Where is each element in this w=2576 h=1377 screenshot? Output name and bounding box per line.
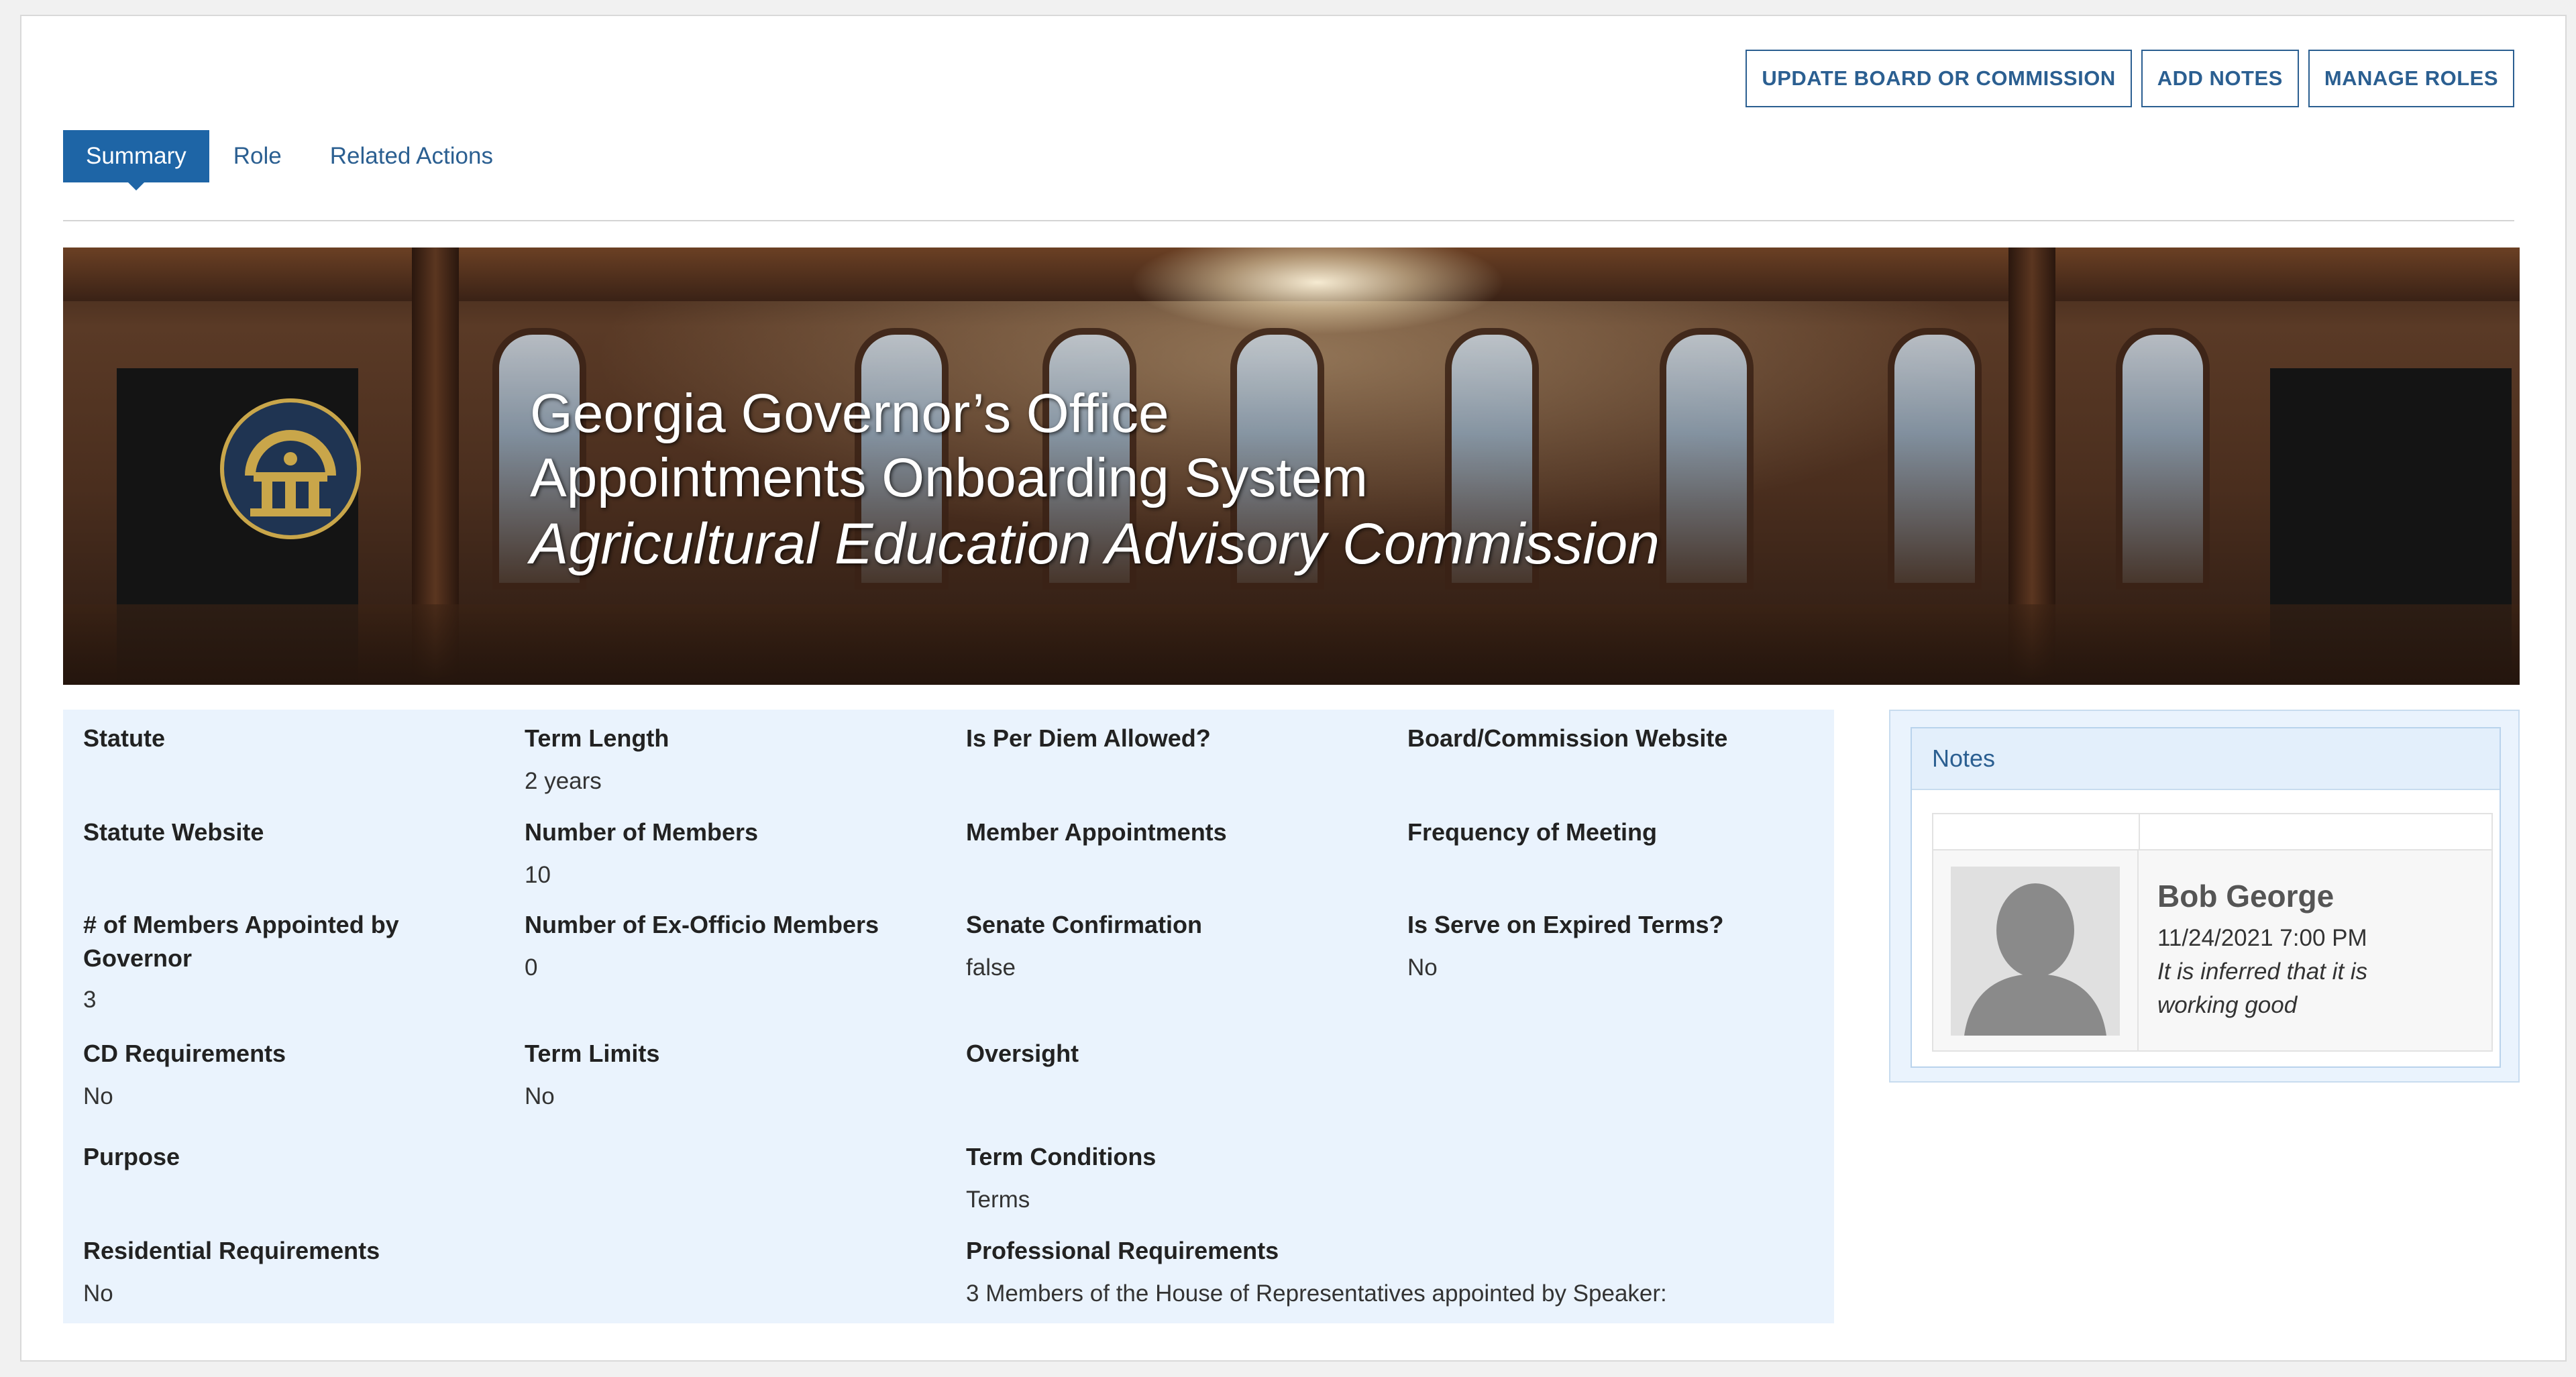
field-term-length: Term Length 2 years (525, 722, 941, 798)
field-serve-on-expired-terms: Is Serve on Expired Terms? No (1407, 908, 1823, 985)
banner-floor (63, 604, 2520, 685)
field-label: Oversight (966, 1040, 1079, 1067)
field-value: 10 (525, 862, 551, 888)
field-label: Term Length (525, 724, 669, 752)
note-author: Bob George (2157, 879, 2334, 914)
grid-header-cell (2140, 814, 2491, 849)
field-term-limits: Term Limits No (525, 1037, 941, 1113)
seal-arch-icon (245, 430, 336, 516)
field-value: false (966, 954, 1016, 981)
field-value: 2 years (525, 768, 602, 794)
field-residential-requirements: Residential Requirements No (83, 1234, 499, 1311)
field-statute-website: Statute Website (83, 816, 499, 849)
field-value: No (83, 1280, 113, 1307)
field-label: CD Requirements (83, 1040, 286, 1067)
field-label: Statute (83, 724, 166, 752)
field-label: Frequency of Meeting (1407, 818, 1658, 846)
banner-title: Georgia Governor’s Office Appointments O… (530, 382, 1660, 577)
notes-title: Notes (1912, 728, 2500, 790)
field-label: # of Members Appointed by Governor (83, 911, 399, 972)
user-silhouette-icon (1951, 867, 2120, 1036)
field-label: Is Per Diem Allowed? (966, 724, 1211, 752)
avatar (1951, 867, 2120, 1036)
banner-window (1888, 328, 1982, 590)
field-per-diem: Is Per Diem Allowed? (966, 722, 1382, 755)
field-members-appointed-by-governor: # of Members Appointed by Governor 3 (83, 908, 499, 1017)
tab-bar: Summary Role Related Actions (63, 130, 517, 190)
notes-panel: Notes Bob George 11/24/2021 7:00 PM It i… (1911, 727, 2501, 1068)
field-label: Term Conditions (966, 1143, 1157, 1170)
banner-chandelier (1130, 247, 1505, 335)
field-website: Board/Commission Website (1407, 722, 1823, 755)
grid-header-cell (1933, 814, 2140, 849)
field-label: Board/Commission Website (1407, 724, 1728, 752)
divider (63, 220, 2514, 221)
field-statute: Statute (83, 722, 499, 755)
field-value: No (1407, 954, 1438, 981)
field-member-appointments: Member Appointments (966, 816, 1382, 849)
toolbar: UPDATE BOARD OR COMMISSION ADD NOTES MAN… (1746, 50, 2514, 107)
note-text: It is inferred that it is working good (2157, 958, 2368, 1018)
note-item: Bob George 11/24/2021 7:00 PM It is infe… (1933, 850, 2491, 1052)
field-professional-requirements: Professional Requirements 3 Members of t… (966, 1234, 1805, 1311)
field-label: Term Limits (525, 1040, 660, 1067)
field-label: Number of Ex-Officio Members (525, 911, 879, 938)
note-date: 11/24/2021 7:00 PM (2157, 925, 2367, 951)
page-container: UPDATE BOARD OR COMMISSION ADD NOTES MAN… (20, 15, 2567, 1362)
banner-window (1660, 328, 1754, 590)
field-value: No (525, 1083, 555, 1109)
field-label: Statute Website (83, 818, 264, 846)
banner-line-office: Georgia Governor’s Office (530, 383, 1169, 444)
field-label: Number of Members (525, 818, 759, 846)
notes-grid-header (1933, 814, 2491, 850)
field-label: Senate Confirmation (966, 911, 1203, 938)
tab-summary[interactable]: Summary (63, 130, 209, 190)
banner-line-commission: Agricultural Education Advisory Commissi… (530, 512, 1660, 576)
field-label: Residential Requirements (83, 1237, 380, 1264)
add-notes-button[interactable]: ADD NOTES (2141, 50, 2299, 107)
field-label: Member Appointments (966, 818, 1227, 846)
field-purpose: Purpose (83, 1140, 499, 1174)
field-oversight: Oversight (966, 1037, 1382, 1070)
header-banner: Georgia Governor’s Office Appointments O… (63, 247, 2520, 685)
field-senate-confirmation: Senate Confirmation false (966, 908, 1382, 985)
note-avatar-cell (1933, 850, 2139, 1052)
update-board-button[interactable]: UPDATE BOARD OR COMMISSION (1746, 50, 2132, 107)
field-value: Terms (966, 1187, 1030, 1213)
georgia-seal-icon (220, 398, 361, 539)
field-label: Purpose (83, 1143, 180, 1170)
note-content: Bob George 11/24/2021 7:00 PM It is infe… (2139, 850, 2446, 1052)
field-label: Is Serve on Expired Terms? (1407, 911, 1724, 938)
field-frequency-of-meeting: Frequency of Meeting (1407, 816, 1823, 849)
notes-section: Notes Bob George 11/24/2021 7:00 PM It i… (1889, 710, 2520, 1083)
field-value: 3 (83, 987, 97, 1013)
field-value: No (83, 1083, 113, 1109)
banner-window (2116, 328, 2210, 590)
commission-details: Statute Term Length 2 years Is Per Diem … (63, 710, 1834, 1323)
field-label: Professional Requirements (966, 1237, 1279, 1264)
field-number-of-members: Number of Members 10 (525, 816, 941, 892)
field-value: 3 Members of the House of Representative… (966, 1280, 1667, 1307)
field-term-conditions: Term Conditions Terms (966, 1140, 1382, 1217)
manage-roles-button[interactable]: MANAGE ROLES (2308, 50, 2514, 107)
notes-grid: Bob George 11/24/2021 7:00 PM It is infe… (1932, 813, 2493, 1052)
field-cd-requirements: CD Requirements No (83, 1037, 499, 1113)
field-ex-officio-members: Number of Ex-Officio Members 0 (525, 908, 941, 985)
field-value: 0 (525, 954, 538, 981)
tab-related-actions[interactable]: Related Actions (306, 130, 517, 182)
banner-line-system: Appointments Onboarding System (530, 447, 1368, 508)
tab-role[interactable]: Role (209, 130, 306, 182)
